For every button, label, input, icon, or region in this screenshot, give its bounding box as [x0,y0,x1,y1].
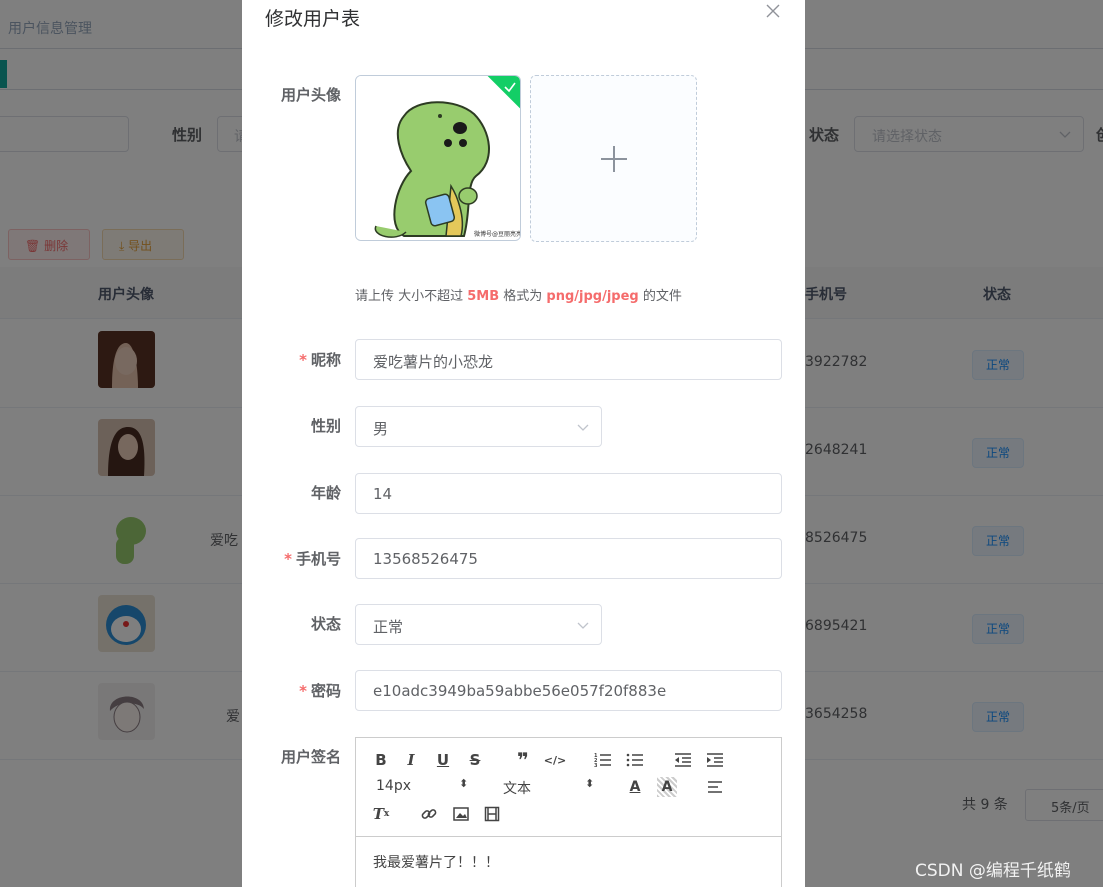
background-color-icon[interactable]: A [657,777,677,797]
font-color-icon[interactable]: A [625,777,645,797]
status-select-value: 正常 [373,618,404,636]
italic-icon[interactable]: I [401,750,421,770]
link-icon[interactable] [419,804,439,824]
bullet-list-icon[interactable] [625,750,645,770]
upload-tip-middle: 格式为 [499,289,547,304]
editor-toolbar: B I U S ❞ </> 123 14px ⬍ 文本 ⬍ A A T x [356,738,781,837]
signature-label: 用户签名 [280,748,341,766]
avatar-label: 用户头像 [280,86,341,104]
video-icon[interactable] [482,804,502,824]
clear-format-icon[interactable]: Tx [371,804,391,824]
plus-icon [601,146,627,172]
upload-tip-size: 5MB [467,289,500,304]
gender-label: 性别 [310,417,341,435]
font-size-select[interactable]: 14px ⬍ [376,777,468,794]
signature-content[interactable]: 我最爱薯片了！！！ [373,852,499,872]
chevron-down-icon [577,622,589,629]
block-type-select-value: 文本 [503,781,531,797]
close-icon[interactable] [764,2,782,20]
password-input[interactable]: e10adc3949ba59abbe56e057f20f883e [355,670,782,711]
ordered-list-icon[interactable]: 123 [593,750,613,770]
watermark: CSDN @编程千纸鹤 [915,861,1071,881]
signature-rich-editor: B I U S ❞ </> 123 14px ⬍ 文本 ⬍ A A T x 我最… [355,737,782,887]
status-label: 状态 [310,615,341,633]
age-input[interactable]: 14 [355,473,782,514]
check-icon [504,82,516,93]
avatar-caption: 微博号@豆丽亮亮 [474,230,521,238]
phone-label: * 手机号 [284,550,341,568]
updown-icon: ⬍ [459,777,469,790]
image-icon[interactable] [451,804,471,824]
chevron-down-icon [577,424,589,431]
upload-tip: 请上传 大小不超过 5MB 格式为 png/jpg/jpeg 的文件 [355,285,682,304]
indent-icon[interactable] [705,750,725,770]
gender-select[interactable]: 男 [355,406,602,447]
password-label: * 密码 [299,682,341,700]
uploaded-avatar-card[interactable]: 微博号@豆丽亮亮 [355,75,521,241]
dialog-title: 修改用户表 [265,8,361,30]
upload-tip-suffix: 的文件 [638,289,682,304]
upload-add-button[interactable] [530,75,697,242]
strikethrough-icon[interactable]: S [465,750,485,770]
code-block-icon[interactable]: </> [544,750,566,770]
edit-user-dialog: 修改用户表 用户头像 微博号@豆丽亮亮 请上传 大小不超过 5MB 格式为 pn… [242,0,805,887]
age-label: 年龄 [310,484,341,502]
upload-tip-formats: png/jpg/jpeg [546,289,639,304]
gender-select-value: 男 [373,420,389,438]
upload-tip-prefix: 请上传 大小不超过 [355,289,468,304]
block-type-select[interactable]: 文本 ⬍ [503,777,594,798]
outdent-icon[interactable] [673,750,693,770]
updown-icon: ⬍ [585,777,595,790]
nickname-input[interactable]: 爱吃薯片的小恐龙 [355,339,782,380]
dinosaur-avatar-image: 微博号@豆丽亮亮 [356,76,521,240]
phone-input[interactable]: 13568526475 [355,538,782,579]
blockquote-icon[interactable]: ❞ [513,748,533,772]
nickname-label: * 昵称 [299,351,341,369]
status-select[interactable]: 正常 [355,604,602,645]
underline-icon[interactable]: U [433,750,453,770]
align-icon[interactable] [705,777,725,797]
svg-text:3: 3 [594,763,598,768]
font-size-select-value: 14px [376,778,411,794]
bold-icon[interactable]: B [371,750,391,770]
